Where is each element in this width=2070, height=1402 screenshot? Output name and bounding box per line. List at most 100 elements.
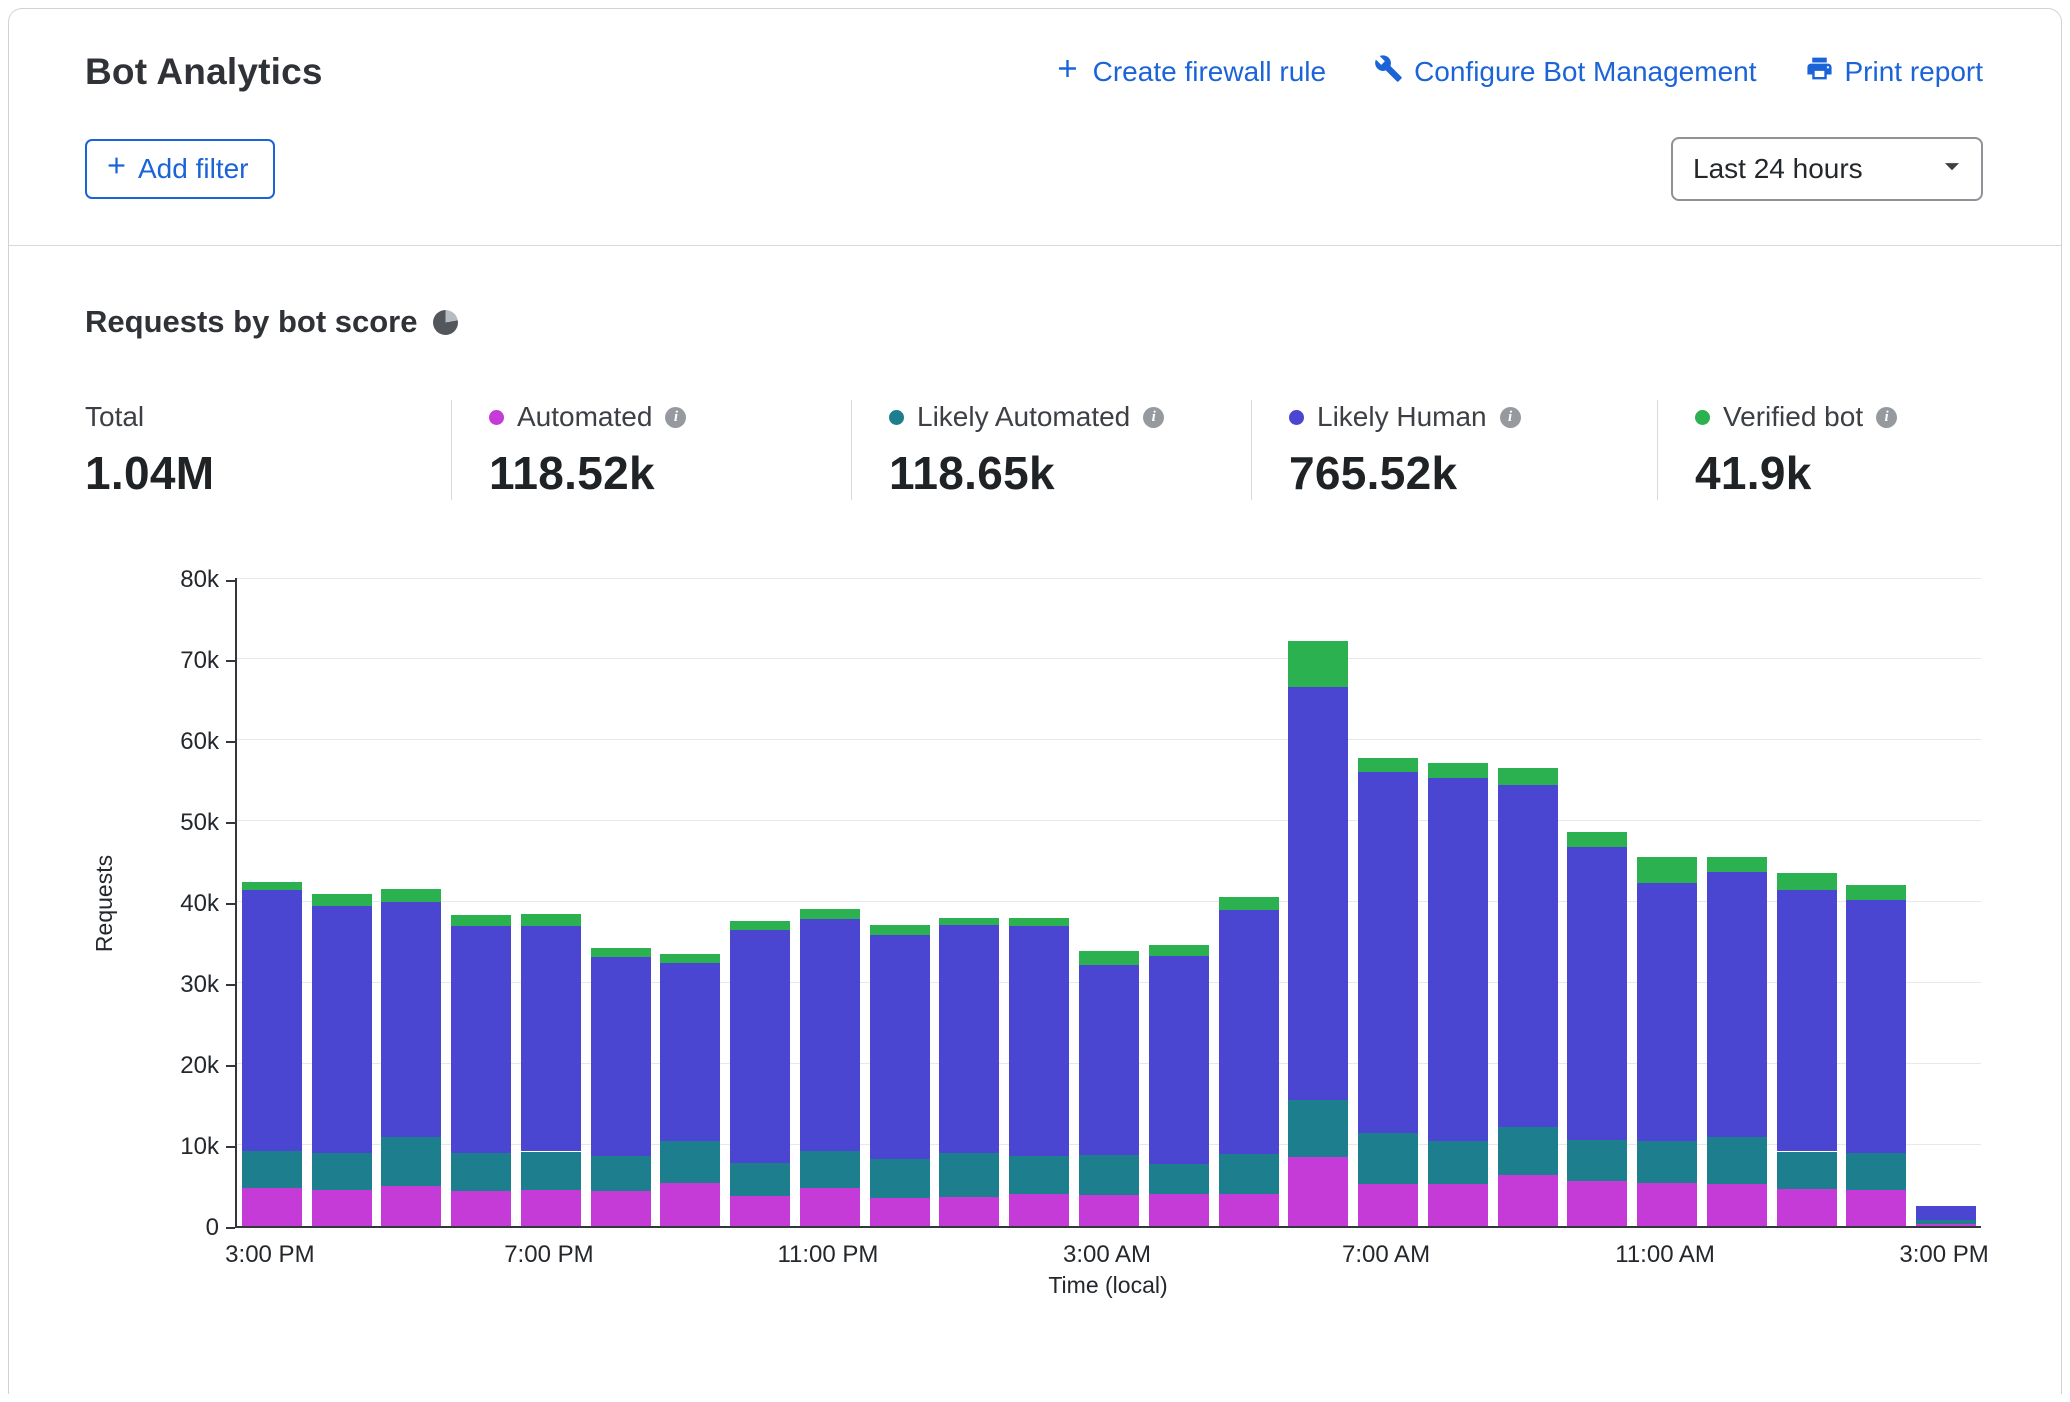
bar-segment-automated <box>800 1188 860 1226</box>
grid-line <box>237 578 1981 579</box>
x-axis-tick-label: 11:00 AM <box>1615 1241 1715 1269</box>
bar-segment-likely-automated <box>800 1151 860 1188</box>
plus-icon <box>1053 54 1082 90</box>
header-card: Bot Analytics Create firewall rule Confi… <box>9 9 2061 246</box>
bar-segment-automated <box>1707 1184 1767 1226</box>
bar-segment-likely-automated <box>1498 1127 1558 1175</box>
bar-segment-likely-human <box>1079 965 1139 1155</box>
print-report-link[interactable]: Print report <box>1805 54 1984 90</box>
grid-line <box>237 820 1981 821</box>
bar-segment-verified-bot <box>1219 897 1279 910</box>
bar-segment-automated <box>242 1188 302 1226</box>
y-axis-tick <box>226 1227 235 1229</box>
bar-segment-verified-bot <box>381 889 441 902</box>
info-icon[interactable]: i <box>665 407 686 428</box>
bar-segment-likely-human <box>660 963 720 1141</box>
bar-segment-likely-human <box>1707 872 1767 1137</box>
bar-segment-likely-human <box>1498 785 1558 1128</box>
time-range-select[interactable]: Last 24 hours <box>1671 137 1983 201</box>
bar-segment-likely-human <box>1567 847 1627 1140</box>
header-actions: Create firewall rule Configure Bot Manag… <box>1053 54 1983 90</box>
bar-segment-likely-automated <box>451 1153 511 1191</box>
bar-segment-automated <box>1498 1175 1558 1226</box>
bar-segment-verified-bot <box>242 882 302 890</box>
bar-segment-verified-bot <box>1149 945 1209 956</box>
bar-segment-likely-human <box>1288 687 1348 1100</box>
bar-segment-likely-human <box>242 890 302 1151</box>
bar-segment-automated <box>1149 1194 1209 1226</box>
bar-segment-likely-human <box>591 957 651 1156</box>
x-axis-title: Time (local) <box>235 1272 1981 1309</box>
stat-likely-human: Likely Human i 765.52k <box>1251 400 1657 500</box>
bar-segment-likely-automated <box>1777 1152 1837 1189</box>
stat-total: Total 1.04M <box>85 400 451 500</box>
y-axis-tick-label: 70k <box>180 647 219 675</box>
info-icon[interactable]: i <box>1876 407 1897 428</box>
y-axis-tick <box>226 580 235 582</box>
stat-label: Likely Automated <box>917 401 1130 433</box>
y-axis-tick <box>226 741 235 743</box>
y-axis-tick <box>226 822 235 824</box>
action-label: Create firewall rule <box>1093 56 1326 88</box>
create-firewall-rule-link[interactable]: Create firewall rule <box>1053 54 1326 90</box>
bar-segment-likely-automated <box>1428 1141 1488 1184</box>
bar-segment-verified-bot <box>730 921 790 929</box>
y-axis-tick-label: 10k <box>180 1133 219 1161</box>
bar-segment-likely-automated <box>1637 1141 1697 1183</box>
y-axis-tick <box>226 903 235 905</box>
y-axis-tick-label: 60k <box>180 728 219 756</box>
bar-segment-likely-automated <box>1079 1155 1139 1196</box>
bar-segment-likely-human <box>1916 1206 1976 1221</box>
bar-segment-verified-bot <box>1846 885 1906 900</box>
stats-row: Total 1.04M Automated i 118.52k Likely A… <box>85 400 1981 500</box>
bar-segment-likely-automated <box>1219 1154 1279 1195</box>
bar-segment-likely-human <box>1637 883 1697 1141</box>
bar-segment-automated <box>1009 1194 1069 1226</box>
bar-segment-verified-bot <box>939 918 999 924</box>
requests-chart: Requests 010k20k30k40k50k60k70k80k 3:00 … <box>85 578 1981 1309</box>
configure-bot-management-link[interactable]: Configure Bot Management <box>1374 54 1756 90</box>
bar-segment-likely-human <box>800 919 860 1151</box>
bar-segment-likely-automated <box>1358 1133 1418 1184</box>
bar-segment-automated <box>1777 1189 1837 1226</box>
y-axis-tick <box>226 1146 235 1148</box>
stat-verified-bot: Verified bot i 41.9k <box>1657 400 1917 500</box>
stat-label: Total <box>85 401 144 433</box>
x-axis-tick-label: 3:00 AM <box>1063 1241 1151 1269</box>
bar-segment-likely-human <box>521 926 581 1152</box>
bar-segment-verified-bot <box>1777 873 1837 890</box>
bar-segment-automated <box>1637 1183 1697 1226</box>
x-axis-tick-label: 7:00 AM <box>1342 1241 1430 1269</box>
bar-segment-likely-human <box>1777 890 1837 1152</box>
bar-segment-likely-automated <box>1707 1137 1767 1184</box>
bar-segment-automated <box>1288 1157 1348 1226</box>
info-icon[interactable]: i <box>1500 407 1521 428</box>
section-title-row: Requests by bot score <box>85 304 1981 340</box>
header-top-row: Bot Analytics Create firewall rule Confi… <box>85 51 1983 93</box>
bar-segment-likely-human <box>1009 926 1069 1155</box>
y-axis: 010k20k30k40k50k60k70k80k <box>125 578 235 1228</box>
bar-segment-likely-automated <box>870 1159 930 1198</box>
y-axis-tick-label: 40k <box>180 890 219 918</box>
bot-analytics-page: Bot Analytics Create firewall rule Confi… <box>8 8 2062 1394</box>
bar-segment-likely-human <box>1358 772 1418 1132</box>
bar-segment-verified-bot <box>1358 758 1418 773</box>
stat-label: Verified bot <box>1723 401 1863 433</box>
bar-segment-likely-automated <box>660 1141 720 1183</box>
y-axis-tick <box>226 1065 235 1067</box>
y-axis-tick <box>226 984 235 986</box>
bar-segment-verified-bot <box>1079 951 1139 966</box>
bar-segment-verified-bot <box>451 915 511 926</box>
printer-icon <box>1805 54 1834 90</box>
bar-segment-automated <box>660 1183 720 1226</box>
bar-segment-automated <box>1358 1184 1418 1226</box>
bar-segment-likely-automated <box>1288 1100 1348 1157</box>
likely-automated-legend-dot <box>889 410 904 425</box>
verified-bot-legend-dot <box>1695 410 1710 425</box>
info-icon[interactable]: i <box>1143 407 1164 428</box>
bar-segment-likely-automated <box>312 1153 372 1189</box>
bar-segment-automated <box>1079 1195 1139 1226</box>
bar-segment-verified-bot <box>1428 763 1488 778</box>
add-filter-button[interactable]: Add filter <box>85 139 275 199</box>
plus-icon <box>103 152 130 186</box>
